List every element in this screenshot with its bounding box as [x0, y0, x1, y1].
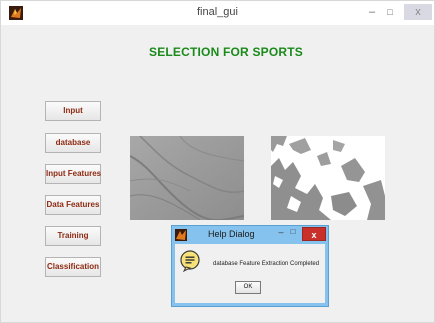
binary-texture-image: [271, 136, 385, 220]
grayscale-texture-image: [130, 136, 244, 220]
classification-button[interactable]: Classification: [45, 257, 101, 277]
training-button[interactable]: Training: [45, 226, 101, 246]
binary-image: [271, 136, 385, 220]
page-heading: SELECTION FOR SPORTS: [148, 45, 303, 59]
dialog-title: Help Dialog: [208, 229, 255, 239]
matlab-icon: [175, 229, 187, 241]
minimize-button[interactable]: –: [364, 4, 380, 20]
dialog-body: database Feature Extraction Completed OK: [175, 244, 325, 303]
maximize-button[interactable]: □: [382, 4, 398, 20]
dialog-maximize-button[interactable]: □: [288, 227, 298, 236]
input-image: [130, 136, 244, 220]
title-bar: final_gui – □ x: [1, 1, 434, 25]
help-speech-icon: [180, 250, 200, 272]
help-dialog: Help Dialog – □ x database Feature Extra…: [171, 225, 329, 307]
data-features-button[interactable]: Data Features: [45, 195, 101, 215]
ok-button[interactable]: OK: [235, 281, 261, 294]
database-button[interactable]: database: [45, 133, 101, 153]
dialog-minimize-button[interactable]: –: [276, 227, 286, 237]
input-button[interactable]: Input: [45, 101, 101, 121]
dialog-message: database Feature Extraction Completed: [213, 261, 320, 267]
dialog-close-button[interactable]: x: [302, 227, 326, 241]
main-window: final_gui – □ x SELECTION FOR SPORTS Inp…: [0, 0, 435, 323]
close-button[interactable]: x: [404, 4, 432, 20]
input-features-button[interactable]: Input Features: [45, 164, 101, 184]
